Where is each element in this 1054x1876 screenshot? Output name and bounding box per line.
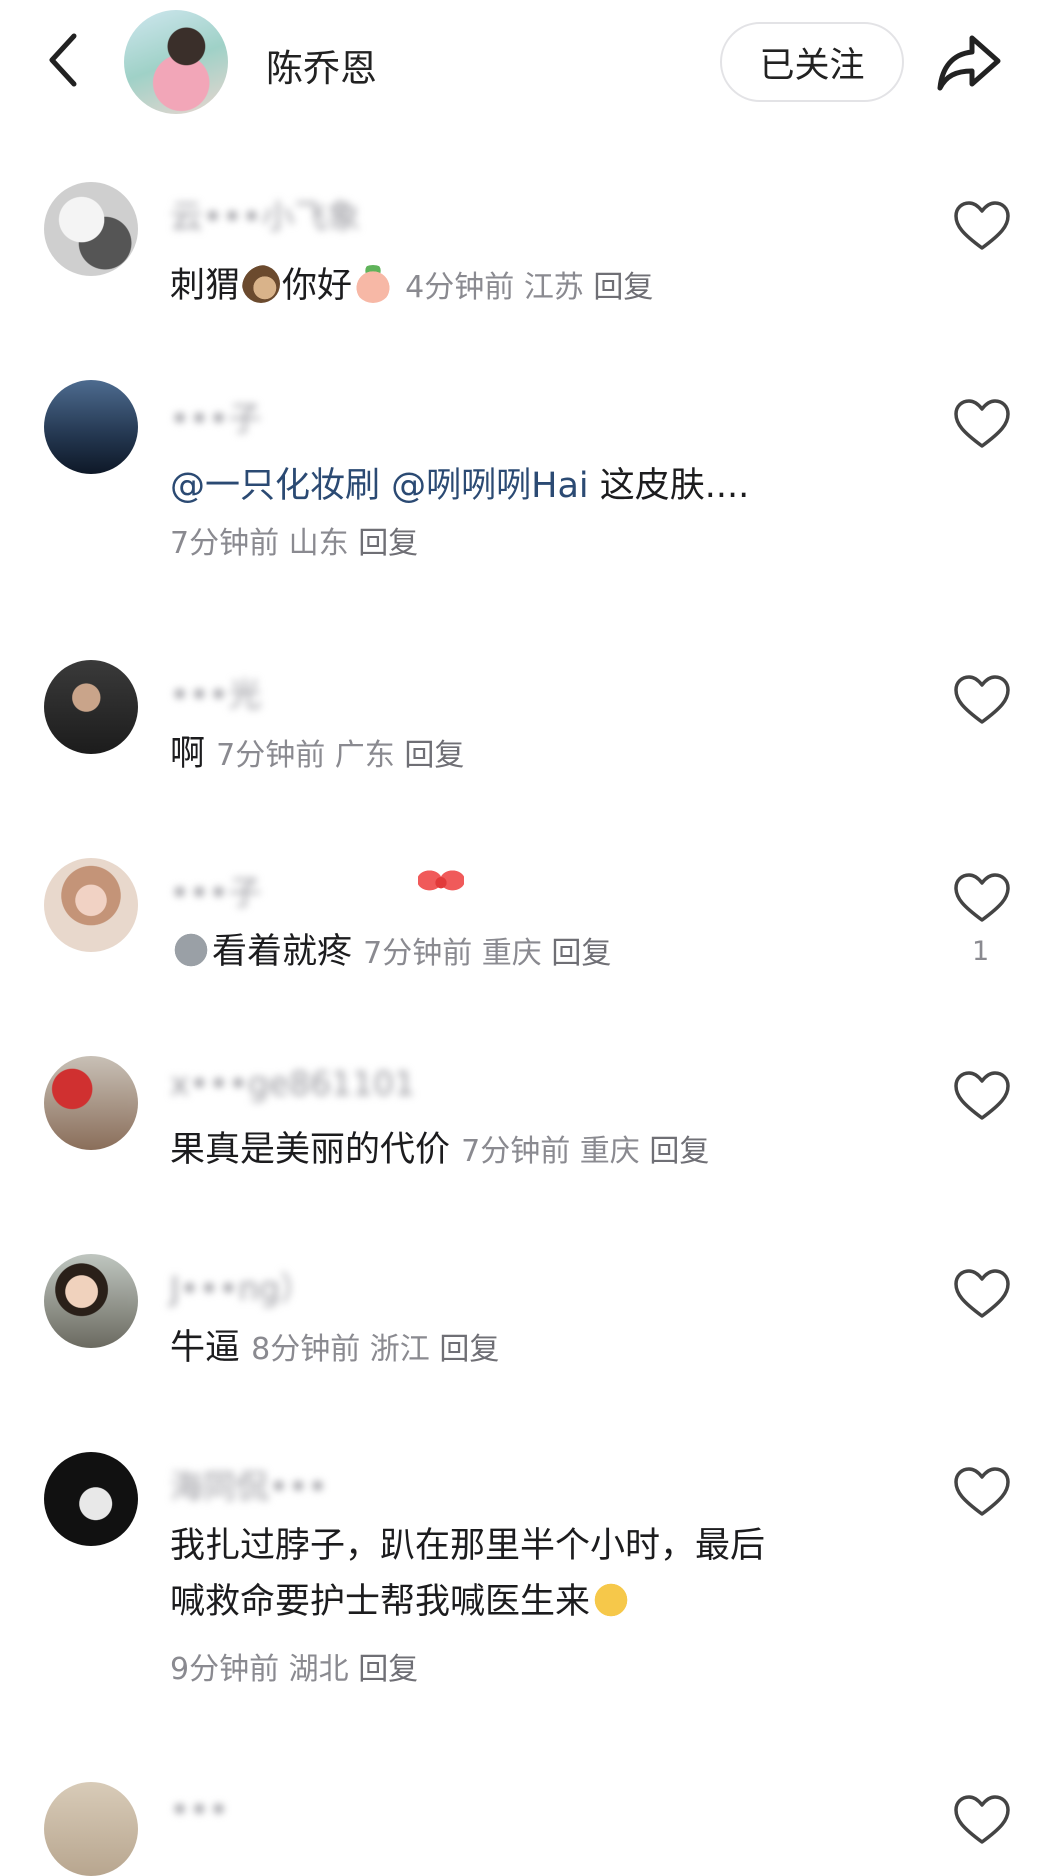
comment-time: 4分钟前 — [405, 270, 515, 305]
commenter-name[interactable]: ••• — [170, 1790, 228, 1829]
comment-time: 7分钟前 — [170, 526, 280, 561]
chevron-left-icon — [49, 33, 77, 87]
ghost-emoji-icon — [172, 931, 210, 969]
comment-meta: 9分钟前 湖北 回复 — [170, 1646, 418, 1694]
following-button[interactable]: 已关注 — [720, 22, 904, 102]
commenter-name[interactable]: J•••ng） — [170, 1262, 313, 1310]
comment-location: 浙江 — [369, 1332, 430, 1367]
mention-link[interactable]: @一只化妆刷 — [170, 466, 380, 506]
heart-icon[interactable] — [953, 1268, 1011, 1320]
reply-button[interactable]: 回复 — [649, 1134, 709, 1169]
heart-icon[interactable] — [953, 1070, 1011, 1122]
commenter-name[interactable]: 云•••小飞象 — [170, 190, 360, 238]
hedgehog-emoji-icon — [242, 265, 281, 303]
comment-meta: 8分钟前 浙江 回复 — [251, 1332, 499, 1367]
comment-body-2: 喊救命要护士帮我喊医生来 — [170, 1582, 591, 1622]
commenter-avatar[interactable] — [44, 1254, 138, 1348]
comment-text: 果真是美丽的代价 7分钟前 重庆 回复 — [170, 1122, 709, 1178]
commenter-avatar[interactable] — [44, 1056, 138, 1150]
reply-button[interactable]: 回复 — [358, 1652, 418, 1687]
comment-location: 江苏 — [523, 270, 584, 305]
comment-meta: 7分钟前 山东 回复 — [170, 520, 418, 568]
comment-text: 我扎过脖子，趴在那里半个小时，最后 喊救命要护士帮我喊医生来 — [170, 1518, 765, 1630]
heart-icon[interactable] — [953, 1466, 1011, 1518]
comment-body: 牛逼 — [170, 1328, 241, 1368]
comment-time: 7分钟前 — [216, 738, 326, 773]
comment-body: 这皮肤.... — [599, 466, 750, 506]
profile-avatar[interactable] — [124, 10, 228, 114]
back-button[interactable] — [38, 30, 88, 90]
smile-tear-emoji-icon — [592, 1581, 631, 1619]
comment-location: 重庆 — [481, 936, 542, 971]
comment-text: 看着就疼 7分钟前 重庆 回复 — [170, 924, 611, 980]
comment-text: 刺猬 你好 4分钟前 江苏 回复 — [170, 258, 653, 314]
top-bar: 陈乔恩 已关注 — [0, 0, 1054, 130]
reply-button[interactable]: 回复 — [439, 1332, 499, 1367]
comment-location: 湖北 — [288, 1652, 349, 1687]
comment-meta: 7分钟前 重庆 回复 — [461, 1134, 709, 1169]
heart-icon[interactable] — [953, 200, 1011, 252]
ribbon-bow-icon — [418, 862, 464, 908]
reply-button[interactable]: 回复 — [593, 270, 653, 305]
comment-body: 啊 — [170, 734, 206, 774]
mention-link[interactable]: @咧咧咧Hai — [391, 466, 589, 506]
comment-time: 7分钟前 — [461, 1134, 571, 1169]
heart-icon[interactable] — [953, 1794, 1011, 1846]
commenter-avatar[interactable] — [44, 380, 138, 474]
reply-button[interactable]: 回复 — [404, 738, 464, 773]
comment-location: 广东 — [334, 738, 395, 773]
commenter-avatar[interactable] — [44, 660, 138, 754]
like-count: 1 — [972, 936, 990, 967]
comment-body: 我扎过脖子，趴在那里半个小时，最后 — [170, 1526, 766, 1566]
comment-meta: 4分钟前 江苏 回复 — [405, 270, 653, 305]
commenter-name[interactable]: •••子 — [170, 866, 261, 914]
commenter-name[interactable]: 海同侃••• — [170, 1460, 327, 1508]
commenter-name[interactable]: •••子 — [170, 392, 261, 440]
comment-text: 啊 7分钟前 广东 回复 — [170, 726, 464, 782]
commenter-avatar[interactable] — [44, 182, 138, 276]
share-button[interactable] — [934, 28, 1004, 98]
commenter-avatar[interactable] — [44, 1452, 138, 1546]
comment-body: 看着就疼 — [212, 932, 353, 972]
peach-emoji-icon — [354, 265, 393, 303]
reply-button[interactable]: 回复 — [551, 936, 611, 971]
comment-body-line: 喊救命要护士帮我喊医生来 — [170, 1574, 765, 1630]
heart-icon[interactable] — [953, 674, 1011, 726]
comment-location: 重庆 — [579, 1134, 640, 1169]
commenter-name[interactable]: •••光 — [170, 668, 261, 716]
commenter-avatar[interactable] — [44, 858, 138, 952]
share-icon — [937, 35, 1001, 91]
heart-icon[interactable] — [953, 872, 1011, 924]
reply-button[interactable]: 回复 — [358, 526, 418, 561]
commenter-name[interactable]: x•••ge861101 — [170, 1064, 415, 1103]
comment-time: 7分钟前 — [363, 936, 473, 971]
comment-meta: 7分钟前 重庆 回复 — [363, 936, 611, 971]
comment-location: 山东 — [288, 526, 349, 561]
comment-body: 果真是美丽的代价 — [170, 1130, 451, 1170]
comment-time: 8分钟前 — [251, 1332, 361, 1367]
profile-name[interactable]: 陈乔恩 — [266, 38, 377, 92]
comment-body: 刺猬 — [170, 266, 241, 306]
comment-text: @一只化妆刷 @咧咧咧Hai 这皮肤.... — [170, 458, 749, 514]
heart-icon[interactable] — [953, 398, 1011, 450]
comment-time: 9分钟前 — [170, 1652, 280, 1687]
commenter-avatar[interactable] — [44, 1782, 138, 1876]
comment-text: 牛逼 8分钟前 浙江 回复 — [170, 1320, 499, 1376]
comment-body-2: 你好 — [282, 266, 353, 306]
comment-meta: 7分钟前 广东 回复 — [216, 738, 464, 773]
